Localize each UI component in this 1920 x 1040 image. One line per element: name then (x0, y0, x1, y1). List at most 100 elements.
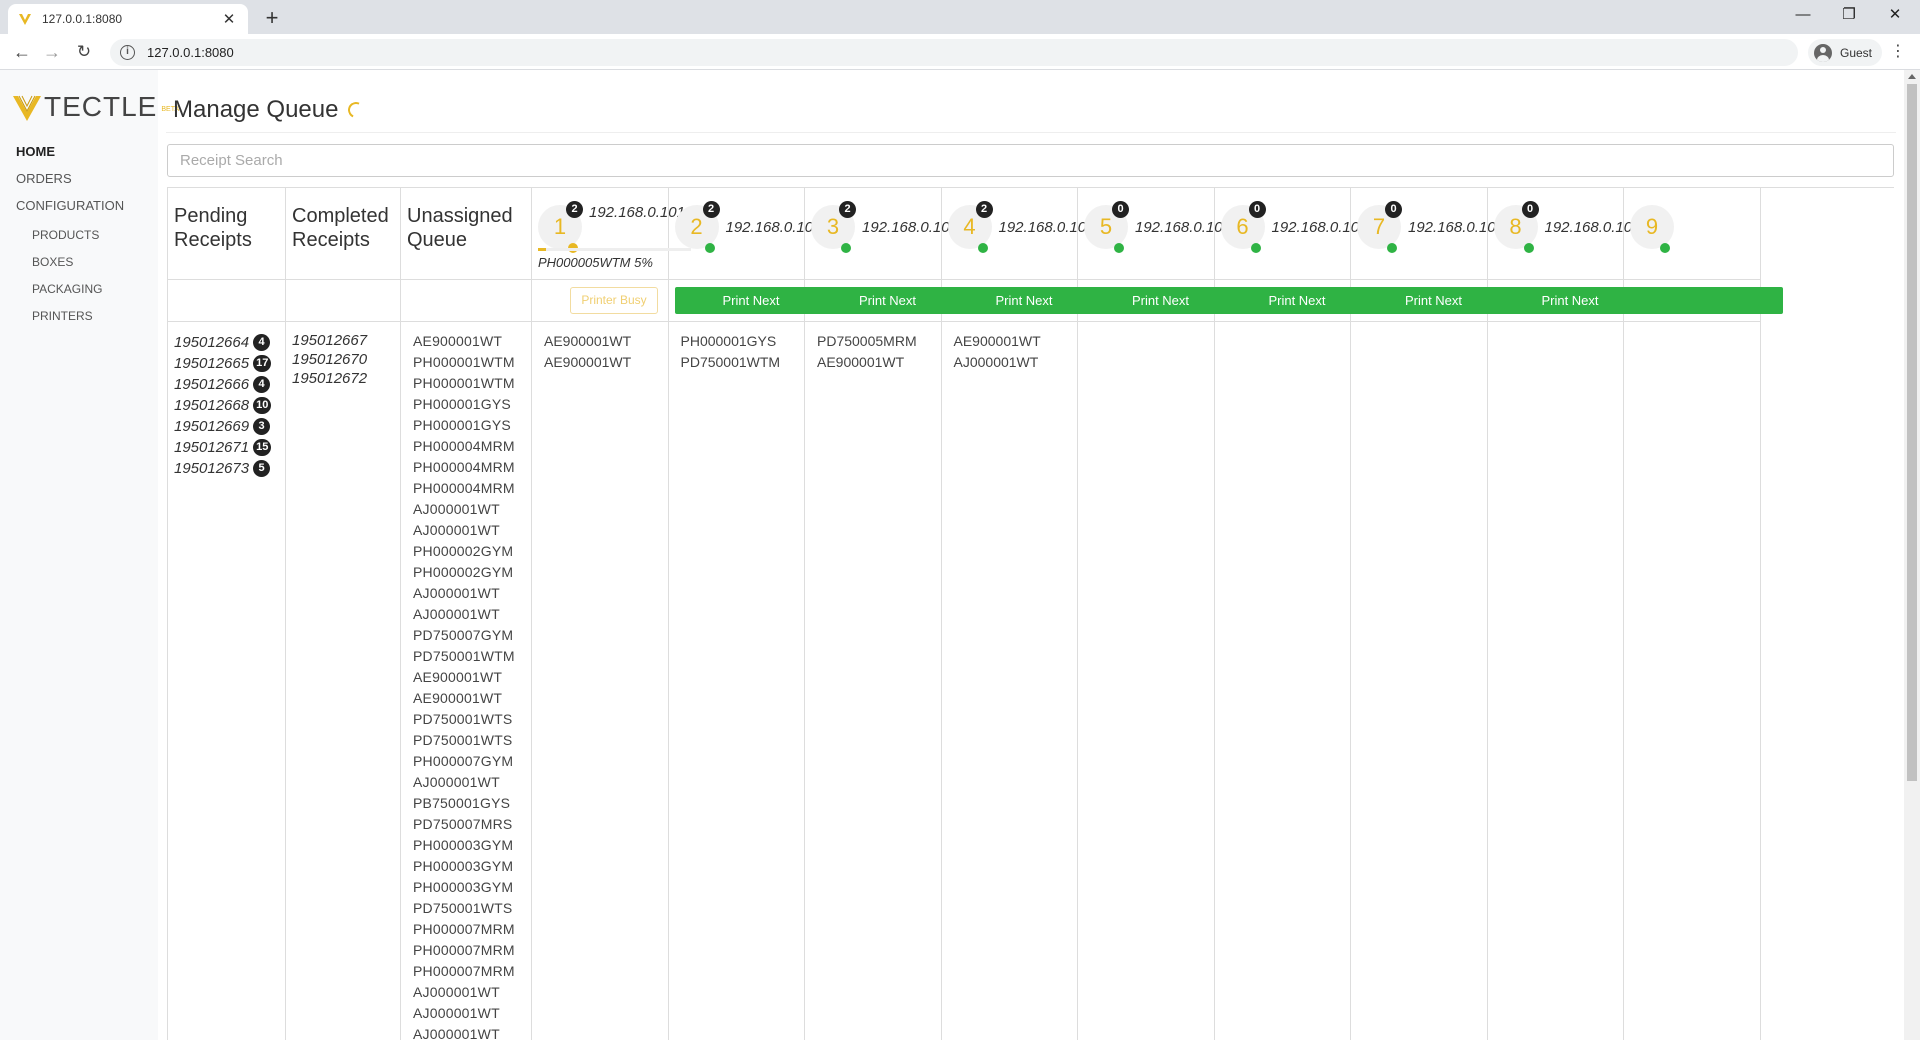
status-dot-icon (704, 243, 715, 253)
printer-job-item[interactable]: AE900001WT (817, 354, 917, 375)
completed-receipt-item[interactable]: 195012672 (292, 370, 367, 389)
browser-tab[interactable]: 127.0.0.1:8080 ✕ (8, 4, 248, 34)
item-count-badge: 15 (253, 439, 272, 456)
window-close-button[interactable]: ✕ (1872, 0, 1918, 30)
printer-job-item[interactable]: AE900001WT (544, 333, 631, 354)
printer-header: 5 0 192.168.0.105 (1078, 188, 1231, 280)
item-count-badge: 3 (253, 418, 271, 435)
logo[interactable]: TECTLE BETA (12, 92, 179, 122)
printer-actions-row: Print Next (1487, 280, 1647, 322)
pending-receipt-item[interactable]: 195012664 4 (174, 332, 271, 353)
queue-item[interactable]: PH000007MRM (413, 942, 515, 963)
address-bar[interactable]: i 127.0.0.1:8080 (110, 39, 1798, 66)
receipt-id: 195012673 (174, 460, 250, 477)
printer-status: 3 2 192.168.0.103 (805, 188, 958, 280)
queue-item[interactable]: PH000003GYM (413, 879, 515, 900)
queue-item[interactable]: PH000003GYM (413, 837, 515, 858)
queue-item[interactable]: PB750001GYS (413, 795, 515, 816)
pending-receipt-item[interactable]: 195012669 3 (174, 416, 271, 437)
queue-item[interactable]: PD750001WTM (413, 648, 515, 669)
queue-item[interactable]: AE900001WT (413, 669, 515, 690)
scroll-up-icon[interactable] (1908, 74, 1916, 79)
pending-receipt-item[interactable]: 195012668 10 (174, 395, 272, 416)
item-count-badge: 5 (253, 460, 271, 477)
completed-receipt-item[interactable]: 195012667 (292, 332, 367, 351)
nav-orders[interactable]: ORDERS (16, 171, 72, 186)
queue-item[interactable]: PD750007GYM (413, 627, 515, 648)
pending-receipts-column: Pending Receipts 195012664 4 195012665 17 19… (168, 188, 286, 1040)
queue-item[interactable]: PH000004MRM (413, 438, 515, 459)
queue-item[interactable]: AJ000001WT (413, 1026, 515, 1040)
printer-column: 3 2 192.168.0.103 Print Next PD750005MRM AE90… (805, 188, 964, 1040)
printer-job-item[interactable]: AJ000001WT (954, 354, 1041, 375)
queue-item[interactable]: PD750001WTS (413, 711, 515, 732)
queue-item[interactable]: PH000007MRM (413, 921, 515, 942)
profile-button[interactable]: Guest (1808, 39, 1883, 66)
queue-item[interactable]: AJ000001WT (413, 501, 515, 522)
queue-item[interactable]: AJ000001WT (413, 1005, 515, 1026)
printer-job-list: AE900001WT AE900001WT (544, 333, 631, 375)
status-dot-icon (1114, 243, 1124, 253)
minimize-button[interactable]: — (1780, 0, 1826, 30)
pending-receipt-item[interactable]: 195012671 15 (174, 437, 272, 458)
queue-item[interactable]: AE900001WT (413, 333, 515, 354)
nav-home[interactable]: HOME (16, 144, 55, 159)
pending-receipt-item[interactable]: 195012666 4 (174, 374, 271, 395)
browser-menu-icon[interactable]: ⋮ (1888, 38, 1908, 66)
queue-item[interactable]: AJ000001WT (413, 606, 515, 627)
pending-receipt-item[interactable]: 195012665 17 (174, 353, 272, 374)
printer-job-item[interactable]: AE900001WT (954, 333, 1041, 354)
receipt-search-input[interactable] (167, 144, 1894, 177)
queue-item[interactable]: AJ000001WT (413, 522, 515, 543)
queue-item[interactable]: AE900001WT (413, 690, 515, 711)
scroll-thumb[interactable] (1907, 84, 1917, 781)
printer-job-item[interactable]: PD750005MRM (817, 333, 917, 354)
nav-boxes[interactable]: BOXES (32, 255, 73, 269)
queue-item[interactable]: PH000007GYM (413, 753, 515, 774)
nav-products[interactable]: PRODUCTS (32, 228, 99, 242)
queue-item[interactable]: PH000001GYS (413, 396, 515, 417)
forward-icon[interactable]: → (38, 38, 66, 66)
receipt-id: 195012669 (174, 418, 250, 435)
queue-item[interactable]: PH000004MRM (413, 459, 515, 480)
tab-close-icon[interactable]: ✕ (220, 10, 238, 28)
completed-receipts-column: Completed Receipts 195012667 195012670 195… (286, 188, 401, 1040)
queue-item[interactable]: AJ000001WT (413, 984, 515, 1005)
queue-item[interactable]: AJ000001WT (413, 585, 515, 606)
queue-item[interactable]: PH000003GYM (413, 858, 515, 879)
page-scrollbar[interactable] (1904, 70, 1920, 1040)
new-tab-button[interactable]: + (258, 4, 286, 32)
queue-item[interactable]: PD750001WTS (413, 900, 515, 921)
nav-packaging[interactable]: PACKAGING (32, 282, 102, 296)
back-icon[interactable]: ← (8, 38, 36, 66)
printer-job-item[interactable]: AE900001WT (544, 354, 631, 375)
tectle-logo-icon (13, 95, 41, 121)
queue-item[interactable]: PD750001WTS (413, 732, 515, 753)
queue-item[interactable]: PD750007MRS (413, 816, 515, 837)
queue-item[interactable]: PH000001WTM (413, 375, 515, 396)
tab-title: 127.0.0.1:8080 (42, 12, 123, 26)
receipt-id: 195012664 (174, 334, 250, 351)
queue-item[interactable]: PH000002GYM (413, 564, 515, 585)
reload-icon[interactable]: ↻ (70, 38, 98, 66)
site-info-icon[interactable]: i (120, 45, 135, 60)
unassigned-queue-column: Unassigned Queue AE900001WT PH000001WTM PH… (401, 188, 532, 1040)
browser-tabbar: 127.0.0.1:8080 ✕ + — ❐ ✕ (0, 0, 1920, 34)
nav-printers[interactable]: PRINTERS (32, 309, 93, 323)
queue-item[interactable]: AJ000001WT (413, 774, 515, 795)
nav-configuration[interactable]: CONFIGURATION (16, 198, 124, 213)
queue-item[interactable]: PH000007MRM (413, 963, 515, 984)
completed-receipt-item[interactable]: 195012670 (292, 351, 367, 370)
queue-item[interactable]: PH000002GYM (413, 543, 515, 564)
queue-item[interactable]: PH000001WTM (413, 354, 515, 375)
queue-item[interactable]: PH000001GYS (413, 417, 515, 438)
status-dot-icon (1523, 243, 1534, 253)
pending-receipt-item[interactable]: 195012673 5 (174, 458, 271, 479)
queue-item[interactable]: PH000004MRM (413, 480, 515, 501)
restore-button[interactable]: ❐ (1826, 0, 1872, 30)
print-next-button[interactable] (1630, 287, 1783, 314)
printer-job-item[interactable]: PH000001GYS (681, 333, 781, 354)
printer-job-item[interactable]: PD750001WTM (681, 354, 781, 375)
printer-actions-row: Print Next (805, 280, 964, 322)
printer-header: 8 0 192.168.0.108 (1487, 188, 1640, 280)
